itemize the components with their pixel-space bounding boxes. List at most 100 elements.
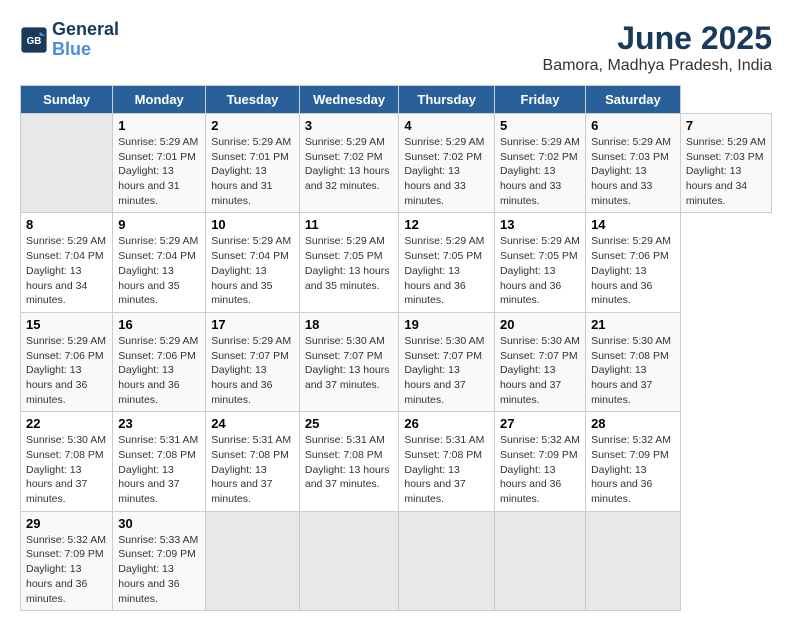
table-row: 12 Sunrise: 5:29 AMSunset: 7:05 PMDaylig… <box>399 213 495 312</box>
week-row-4: 22 Sunrise: 5:30 AMSunset: 7:08 PMDaylig… <box>21 412 772 511</box>
sunrise-text: Sunrise: 5:29 AMSunset: 7:01 PMDaylight:… <box>118 136 198 207</box>
day-number: 5 <box>500 118 580 133</box>
sunrise-text: Sunrise: 5:29 AMSunset: 7:03 PMDaylight:… <box>686 136 766 207</box>
day-number: 23 <box>118 416 200 431</box>
logo: GB General Blue <box>20 20 119 60</box>
table-row: 24 Sunrise: 5:31 AMSunset: 7:08 PMDaylig… <box>206 412 300 511</box>
sunrise-text: Sunrise: 5:29 AMSunset: 7:04 PMDaylight:… <box>26 235 106 306</box>
header-row: Sunday Monday Tuesday Wednesday Thursday… <box>21 86 772 114</box>
day-number: 10 <box>211 217 294 232</box>
day-number: 16 <box>118 317 200 332</box>
day-number: 22 <box>26 416 107 431</box>
title-area: June 2025 Bamora, Madhya Pradesh, India <box>543 20 772 75</box>
table-row: 16 Sunrise: 5:29 AMSunset: 7:06 PMDaylig… <box>113 312 206 411</box>
table-row: 26 Sunrise: 5:31 AMSunset: 7:08 PMDaylig… <box>399 412 495 511</box>
table-row: 30 Sunrise: 5:33 AMSunset: 7:09 PMDaylig… <box>113 511 206 610</box>
day-number: 3 <box>305 118 394 133</box>
logo-icon: GB <box>20 26 48 54</box>
table-row: 22 Sunrise: 5:30 AMSunset: 7:08 PMDaylig… <box>21 412 113 511</box>
day-number: 1 <box>118 118 200 133</box>
sunrise-text: Sunrise: 5:32 AMSunset: 7:09 PMDaylight:… <box>591 434 671 505</box>
day-number: 21 <box>591 317 675 332</box>
table-row <box>586 511 681 610</box>
day-number: 7 <box>686 118 766 133</box>
table-row: 27 Sunrise: 5:32 AMSunset: 7:09 PMDaylig… <box>494 412 585 511</box>
sunrise-text: Sunrise: 5:29 AMSunset: 7:02 PMDaylight:… <box>500 136 580 207</box>
day-number: 27 <box>500 416 580 431</box>
day-number: 14 <box>591 217 675 232</box>
table-row: 23 Sunrise: 5:31 AMSunset: 7:08 PMDaylig… <box>113 412 206 511</box>
table-row: 29 Sunrise: 5:32 AMSunset: 7:09 PMDaylig… <box>21 511 113 610</box>
sunrise-text: Sunrise: 5:32 AMSunset: 7:09 PMDaylight:… <box>500 434 580 505</box>
sunrise-text: Sunrise: 5:31 AMSunset: 7:08 PMDaylight:… <box>305 434 390 490</box>
day-number: 12 <box>404 217 489 232</box>
table-row: 3 Sunrise: 5:29 AMSunset: 7:02 PMDayligh… <box>299 114 399 213</box>
sunrise-text: Sunrise: 5:29 AMSunset: 7:02 PMDaylight:… <box>404 136 484 207</box>
day-number: 26 <box>404 416 489 431</box>
sunrise-text: Sunrise: 5:32 AMSunset: 7:09 PMDaylight:… <box>26 534 106 605</box>
table-row: 19 Sunrise: 5:30 AMSunset: 7:07 PMDaylig… <box>399 312 495 411</box>
table-row: 8 Sunrise: 5:29 AMSunset: 7:04 PMDayligh… <box>21 213 113 312</box>
table-row: 11 Sunrise: 5:29 AMSunset: 7:05 PMDaylig… <box>299 213 399 312</box>
sunrise-text: Sunrise: 5:29 AMSunset: 7:01 PMDaylight:… <box>211 136 291 207</box>
col-thursday: Thursday <box>399 86 495 114</box>
day-number: 8 <box>26 217 107 232</box>
day-number: 13 <box>500 217 580 232</box>
day-number: 9 <box>118 217 200 232</box>
table-row: 5 Sunrise: 5:29 AMSunset: 7:02 PMDayligh… <box>494 114 585 213</box>
day-number: 18 <box>305 317 394 332</box>
col-friday: Friday <box>494 86 585 114</box>
sunrise-text: Sunrise: 5:29 AMSunset: 7:04 PMDaylight:… <box>118 235 198 306</box>
col-wednesday: Wednesday <box>299 86 399 114</box>
table-row: 14 Sunrise: 5:29 AMSunset: 7:06 PMDaylig… <box>586 213 681 312</box>
sunrise-text: Sunrise: 5:30 AMSunset: 7:08 PMDaylight:… <box>591 335 671 406</box>
svg-text:GB: GB <box>27 36 42 47</box>
table-row: 4 Sunrise: 5:29 AMSunset: 7:02 PMDayligh… <box>399 114 495 213</box>
week-row-2: 8 Sunrise: 5:29 AMSunset: 7:04 PMDayligh… <box>21 213 772 312</box>
sunrise-text: Sunrise: 5:30 AMSunset: 7:07 PMDaylight:… <box>500 335 580 406</box>
table-row: 7 Sunrise: 5:29 AMSunset: 7:03 PMDayligh… <box>680 114 771 213</box>
table-row: 25 Sunrise: 5:31 AMSunset: 7:08 PMDaylig… <box>299 412 399 511</box>
table-row: 6 Sunrise: 5:29 AMSunset: 7:03 PMDayligh… <box>586 114 681 213</box>
logo-line1: General <box>52 20 119 40</box>
week-row-5: 29 Sunrise: 5:32 AMSunset: 7:09 PMDaylig… <box>21 511 772 610</box>
sunrise-text: Sunrise: 5:29 AMSunset: 7:05 PMDaylight:… <box>305 235 390 291</box>
table-row: 2 Sunrise: 5:29 AMSunset: 7:01 PMDayligh… <box>206 114 300 213</box>
col-monday: Monday <box>113 86 206 114</box>
calendar-title: June 2025 <box>543 20 772 57</box>
sunrise-text: Sunrise: 5:29 AMSunset: 7:02 PMDaylight:… <box>305 136 390 192</box>
table-row: 13 Sunrise: 5:29 AMSunset: 7:05 PMDaylig… <box>494 213 585 312</box>
table-row <box>299 511 399 610</box>
day-number: 2 <box>211 118 294 133</box>
col-tuesday: Tuesday <box>206 86 300 114</box>
col-sunday: Sunday <box>21 86 113 114</box>
sunrise-text: Sunrise: 5:33 AMSunset: 7:09 PMDaylight:… <box>118 534 198 605</box>
sunrise-text: Sunrise: 5:30 AMSunset: 7:07 PMDaylight:… <box>305 335 390 391</box>
sunrise-text: Sunrise: 5:31 AMSunset: 7:08 PMDaylight:… <box>118 434 198 505</box>
sunrise-text: Sunrise: 5:29 AMSunset: 7:03 PMDaylight:… <box>591 136 671 207</box>
table-row <box>399 511 495 610</box>
sunrise-text: Sunrise: 5:29 AMSunset: 7:05 PMDaylight:… <box>500 235 580 306</box>
col-saturday: Saturday <box>586 86 681 114</box>
table-row: 28 Sunrise: 5:32 AMSunset: 7:09 PMDaylig… <box>586 412 681 511</box>
table-row: 21 Sunrise: 5:30 AMSunset: 7:08 PMDaylig… <box>586 312 681 411</box>
logo-line2: Blue <box>52 40 119 60</box>
week-row-1: 1 Sunrise: 5:29 AMSunset: 7:01 PMDayligh… <box>21 114 772 213</box>
table-row: 20 Sunrise: 5:30 AMSunset: 7:07 PMDaylig… <box>494 312 585 411</box>
table-row: 18 Sunrise: 5:30 AMSunset: 7:07 PMDaylig… <box>299 312 399 411</box>
day-number: 19 <box>404 317 489 332</box>
calendar-subtitle: Bamora, Madhya Pradesh, India <box>543 57 772 75</box>
sunrise-text: Sunrise: 5:31 AMSunset: 7:08 PMDaylight:… <box>211 434 291 505</box>
day-number: 28 <box>591 416 675 431</box>
sunrise-text: Sunrise: 5:29 AMSunset: 7:05 PMDaylight:… <box>404 235 484 306</box>
sunrise-text: Sunrise: 5:29 AMSunset: 7:07 PMDaylight:… <box>211 335 291 406</box>
table-row <box>21 114 113 213</box>
day-number: 15 <box>26 317 107 332</box>
sunrise-text: Sunrise: 5:31 AMSunset: 7:08 PMDaylight:… <box>404 434 484 505</box>
table-row: 10 Sunrise: 5:29 AMSunset: 7:04 PMDaylig… <box>206 213 300 312</box>
table-row <box>494 511 585 610</box>
day-number: 4 <box>404 118 489 133</box>
sunrise-text: Sunrise: 5:29 AMSunset: 7:06 PMDaylight:… <box>26 335 106 406</box>
sunrise-text: Sunrise: 5:30 AMSunset: 7:07 PMDaylight:… <box>404 335 484 406</box>
day-number: 6 <box>591 118 675 133</box>
